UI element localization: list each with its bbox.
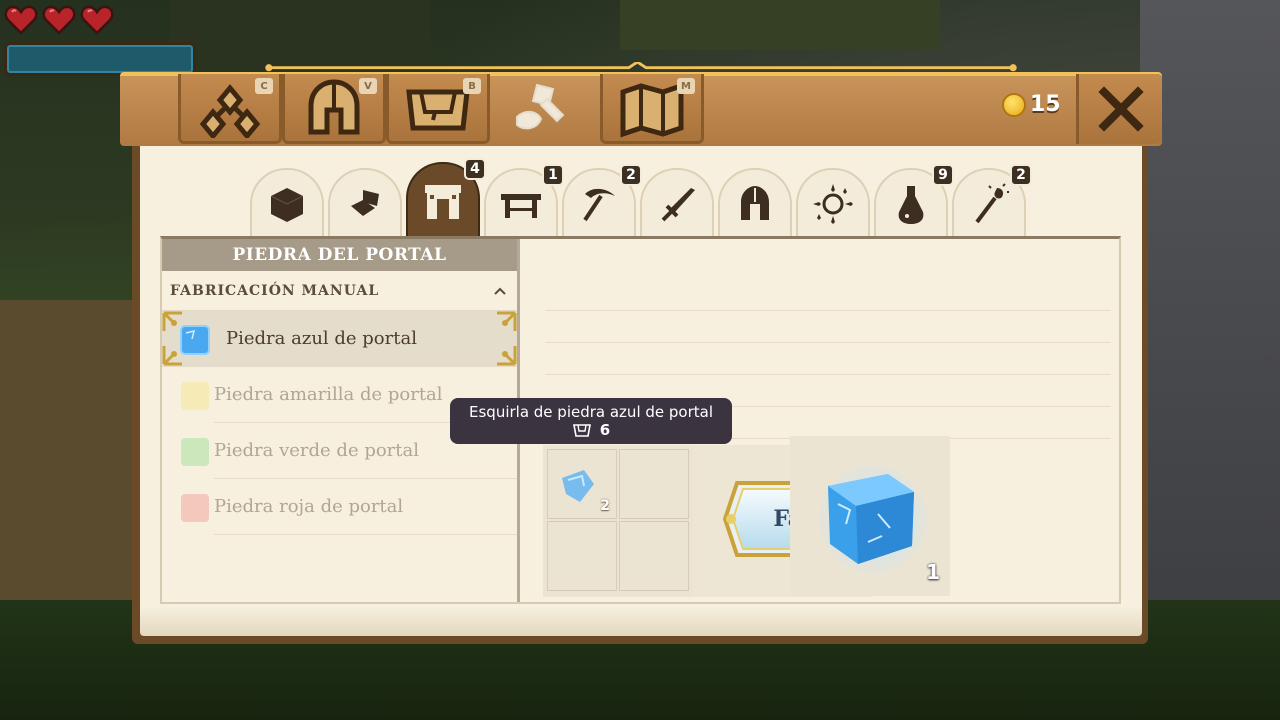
- ingredient-slot[interactable]: [619, 449, 689, 519]
- coin-amount: 15: [1030, 92, 1061, 117]
- coin-icon: [1002, 92, 1026, 117]
- key-hint: V: [359, 78, 377, 94]
- tooltip-title: Esquirla de piedra azul de portal: [469, 403, 713, 421]
- recipe-item-blue-portal-stone[interactable]: Piedra azul de portal: [162, 311, 517, 367]
- heart-icon: [4, 4, 38, 36]
- recipe-label: Piedra verde de portal: [214, 440, 420, 461]
- category-tab-staffs[interactable]: 2: [952, 164, 1032, 238]
- category-tab-potions[interactable]: 9: [874, 164, 954, 238]
- recipe-item-red-portal-stone[interactable]: Piedra roja de portal: [181, 479, 517, 535]
- ingredient-tooltip: Esquirla de piedra azul de portal 6: [450, 398, 732, 444]
- tab-inventory[interactable]: B: [386, 74, 490, 144]
- category-badge: 1: [542, 164, 564, 186]
- recipe-label: Piedra azul de portal: [226, 328, 417, 349]
- category-tab-blocks[interactable]: [250, 168, 324, 238]
- tooltip-owned-count: 6: [599, 421, 611, 439]
- coin-counter: 15: [1002, 92, 1061, 117]
- corner-ornament-icon: [497, 311, 517, 331]
- category-badge: 9: [932, 164, 954, 186]
- category-tab-materials[interactable]: [328, 168, 402, 238]
- category-tab-portal[interactable]: 4: [406, 158, 486, 238]
- ingredient-slot[interactable]: [547, 521, 617, 591]
- result-count: 1: [926, 560, 940, 584]
- materials-icon: [351, 190, 379, 216]
- tab-equipment[interactable]: V: [282, 74, 386, 144]
- sword-icon: [661, 188, 695, 222]
- gold-trim: [265, 62, 1017, 72]
- recipe-label: Piedra amarilla de portal: [214, 384, 443, 405]
- section-header[interactable]: FABRICACIÓN MANUAL: [162, 271, 517, 311]
- close-button[interactable]: [1076, 74, 1162, 144]
- corner-ornament-icon: [497, 346, 517, 366]
- pickaxe-icon: [583, 188, 615, 222]
- tab-skills[interactable]: C: [178, 74, 282, 144]
- tooltip-owned: 6: [572, 421, 610, 439]
- armor-helmet-icon: [741, 186, 769, 220]
- key-hint: M: [677, 78, 695, 94]
- chevron-up-icon[interactable]: [493, 286, 507, 296]
- blue-portal-stone-icon: [819, 465, 927, 573]
- portal-icon: [425, 185, 461, 219]
- category-tab-armor[interactable]: [718, 168, 792, 238]
- ingredient-count: 2: [600, 498, 610, 514]
- workbench-icon: [501, 194, 541, 218]
- green-portal-stone-icon: [181, 438, 209, 466]
- heart-icon: [80, 4, 114, 36]
- tab-crafting[interactable]: [490, 74, 594, 144]
- magic-staff-icon: [975, 183, 1009, 224]
- ingredient-slot[interactable]: 2: [547, 449, 617, 519]
- recipe-label: Piedra roja de portal: [214, 496, 404, 517]
- blue-portal-shard-icon: [562, 470, 594, 502]
- recipe-category-title: PIEDRA DEL PORTAL: [162, 239, 517, 271]
- red-portal-stone-icon: [181, 494, 209, 522]
- category-tab-weapons[interactable]: [640, 168, 714, 238]
- category-badge: 2: [1010, 164, 1032, 186]
- category-badge: 2: [620, 164, 642, 186]
- sparkle-orb-icon: [813, 184, 853, 224]
- corner-ornament-icon: [162, 346, 182, 366]
- heart-icon: [42, 4, 76, 36]
- potion-icon: [898, 186, 924, 224]
- result-slot[interactable]: 1: [790, 436, 950, 596]
- category-tab-magic[interactable]: [796, 168, 870, 238]
- section-title: FABRICACIÓN MANUAL: [170, 282, 380, 299]
- health-hearts: [4, 4, 114, 36]
- bag-icon: [572, 424, 591, 437]
- key-hint: C: [255, 78, 273, 94]
- ingredient-grid: 2: [543, 445, 693, 597]
- close-icon: [1097, 86, 1144, 132]
- tab-map[interactable]: M: [600, 74, 704, 144]
- category-tab-tools[interactable]: 2: [562, 164, 642, 238]
- category-badge: 4: [464, 158, 486, 180]
- menu-tab-bar: C V B M 15: [114, 62, 1168, 146]
- ingredient-slot[interactable]: [619, 521, 689, 591]
- yellow-portal-stone-icon: [181, 382, 209, 410]
- key-hint: B: [463, 78, 481, 94]
- block-icon: [270, 188, 304, 222]
- category-tab-workbench[interactable]: 1: [484, 164, 564, 238]
- corner-ornament-icon: [162, 311, 182, 331]
- crafting-hammer-icon: [516, 83, 565, 130]
